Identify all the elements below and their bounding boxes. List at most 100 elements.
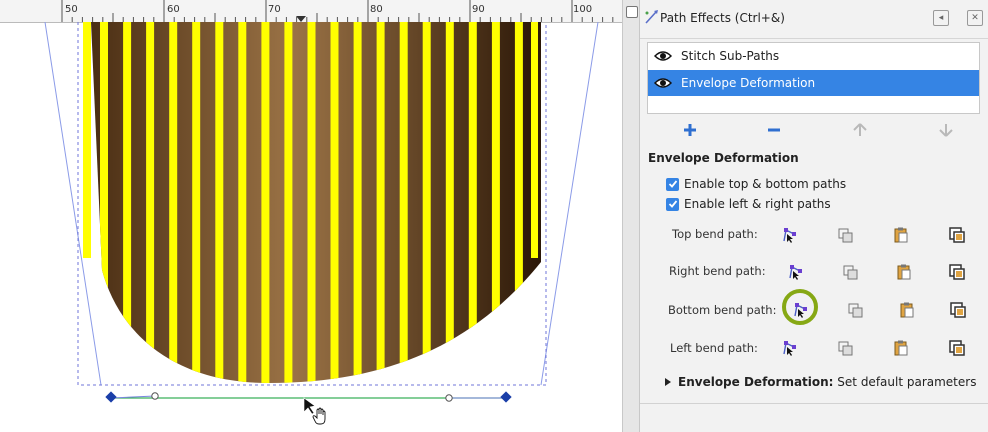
yellow-stripe bbox=[445, 22, 454, 383]
arrow-down-icon bbox=[939, 124, 953, 137]
link-icon bbox=[950, 302, 966, 318]
yellow-stripe bbox=[330, 22, 339, 383]
yellow-stripe bbox=[514, 22, 523, 383]
path-effects-panel: Path Effects (Ctrl+&) ◂ ✕ Stitch Sub-Pat… bbox=[640, 0, 988, 432]
right-bend-link-path-button[interactable] bbox=[948, 263, 966, 281]
path-effects-icon bbox=[645, 10, 658, 24]
remove-effect-button[interactable] bbox=[764, 120, 784, 140]
guide-line-right bbox=[540, 22, 599, 386]
visibility-eye-icon[interactable] bbox=[654, 76, 672, 90]
visibility-eye-icon[interactable] bbox=[654, 49, 672, 63]
move-effect-up-button[interactable] bbox=[850, 120, 870, 140]
expander-triangle-icon bbox=[665, 378, 671, 386]
yellow-stripe bbox=[491, 22, 500, 383]
panel-collapse-button[interactable]: ◂ bbox=[933, 10, 949, 26]
add-effect-button[interactable] bbox=[680, 120, 700, 140]
right-bend-copy-path-button[interactable] bbox=[841, 263, 859, 281]
expander-title: Envelope Deformation: bbox=[678, 375, 834, 389]
left-bend-path-label: Left bend path: bbox=[670, 341, 758, 355]
node-left[interactable] bbox=[105, 391, 117, 403]
right-bend-edit-on-canvas-button[interactable] bbox=[786, 263, 804, 281]
handle-left[interactable] bbox=[151, 392, 159, 400]
yellow-stripe bbox=[468, 22, 477, 383]
left-bend-link-path-button[interactable] bbox=[948, 339, 966, 357]
checkbox-top-bottom[interactable] bbox=[666, 177, 679, 191]
right-bend-paste-path-button[interactable] bbox=[895, 263, 913, 281]
check-icon bbox=[668, 180, 677, 188]
edit-on-canvas-icon bbox=[789, 265, 802, 280]
yellow-stripe bbox=[353, 22, 362, 383]
handle-right[interactable] bbox=[445, 394, 453, 402]
ruler-label: 80 bbox=[370, 4, 383, 15]
dock-toggle-button[interactable] bbox=[626, 6, 638, 18]
ruler-label: 90 bbox=[472, 4, 485, 15]
yellow-stripe bbox=[169, 22, 178, 383]
checkbox-label: Enable top & bottom paths bbox=[684, 177, 847, 191]
highlight-ring bbox=[782, 289, 818, 325]
stripe-left-edge bbox=[83, 22, 91, 258]
check-icon bbox=[668, 200, 677, 208]
checkbox-label: Enable left & right paths bbox=[684, 197, 831, 211]
top-bend-paste-path-button[interactable] bbox=[892, 226, 910, 244]
arrow-up-icon bbox=[853, 123, 867, 136]
yellow-stripe bbox=[192, 22, 201, 383]
left-bend-copy-path-button[interactable] bbox=[836, 339, 854, 357]
hand-cursor-icon bbox=[312, 407, 326, 425]
link-icon bbox=[949, 264, 965, 280]
ruler-label: 50 bbox=[65, 4, 78, 15]
move-effect-down-button[interactable] bbox=[936, 120, 956, 140]
enable-top-bottom-row[interactable]: Enable top & bottom paths bbox=[666, 177, 846, 191]
yellow-stripe bbox=[146, 22, 155, 383]
link-icon bbox=[949, 227, 965, 243]
yellow-stripe bbox=[422, 22, 431, 383]
dock-divider[interactable] bbox=[622, 0, 640, 432]
effect-label: Envelope Deformation bbox=[681, 76, 816, 90]
cursor-arrow-icon bbox=[303, 397, 316, 415]
yellow-stripe bbox=[215, 22, 224, 383]
top-bend-path-label: Top bend path: bbox=[672, 227, 758, 241]
effect-item-envelope-deformation[interactable]: Envelope Deformation bbox=[648, 70, 979, 96]
checkbox-left-right[interactable] bbox=[666, 197, 679, 211]
yellow-stripe bbox=[307, 22, 316, 383]
yellow-stripe bbox=[100, 22, 108, 383]
default-parameters-expander[interactable]: Envelope Deformation: Set default parame… bbox=[664, 375, 976, 389]
guide-line-left bbox=[44, 22, 102, 386]
ruler-label: 70 bbox=[268, 4, 281, 15]
node-right[interactable] bbox=[500, 391, 512, 403]
drawing-svg[interactable] bbox=[0, 22, 622, 432]
left-bend-paste-path-button[interactable] bbox=[892, 339, 910, 357]
expander-subtitle: Set default parameters bbox=[833, 375, 977, 389]
top-bend-copy-path-button[interactable] bbox=[836, 226, 854, 244]
minus-icon bbox=[768, 128, 780, 132]
edit-on-canvas-icon bbox=[783, 341, 796, 356]
yellow-stripe bbox=[399, 22, 408, 383]
yellow-stripe bbox=[376, 22, 385, 383]
yellow-stripe bbox=[284, 22, 293, 383]
canvas-area[interactable]: 50 60 70 80 90 100 bbox=[0, 0, 622, 432]
effect-item-stitch-sub-paths[interactable]: Stitch Sub-Paths bbox=[648, 43, 979, 69]
panel-close-button[interactable]: ✕ bbox=[967, 10, 983, 26]
ruler-label: 60 bbox=[167, 4, 180, 15]
paste-icon bbox=[894, 340, 908, 356]
bottom-bend-path-label: Bottom bend path: bbox=[668, 303, 777, 317]
yellow-stripe bbox=[261, 22, 270, 383]
right-bend-path-label: Right bend path: bbox=[669, 264, 766, 278]
bottom-bend-copy-path-button[interactable] bbox=[846, 301, 864, 319]
bottom-bend-paste-path-button[interactable] bbox=[898, 301, 916, 319]
effect-list[interactable]: Stitch Sub-Paths Envelope Deformation bbox=[647, 42, 980, 114]
top-bend-link-path-button[interactable] bbox=[948, 226, 966, 244]
top-bend-edit-on-canvas-button[interactable] bbox=[780, 226, 798, 244]
link-icon bbox=[949, 340, 965, 356]
yellow-stripe bbox=[238, 22, 247, 383]
copy-icon bbox=[838, 341, 853, 356]
yellow-stripe bbox=[123, 22, 132, 383]
copy-icon bbox=[843, 265, 858, 280]
horizontal-ruler: 50 60 70 80 90 100 bbox=[0, 0, 622, 23]
copy-icon bbox=[848, 303, 863, 318]
section-title: Envelope Deformation bbox=[648, 151, 799, 165]
plus-icon bbox=[684, 124, 696, 136]
left-bend-edit-on-canvas-button[interactable] bbox=[780, 339, 798, 357]
effect-label: Stitch Sub-Paths bbox=[681, 49, 780, 63]
bottom-bend-link-path-button[interactable] bbox=[949, 301, 967, 319]
enable-left-right-row[interactable]: Enable left & right paths bbox=[666, 197, 831, 211]
